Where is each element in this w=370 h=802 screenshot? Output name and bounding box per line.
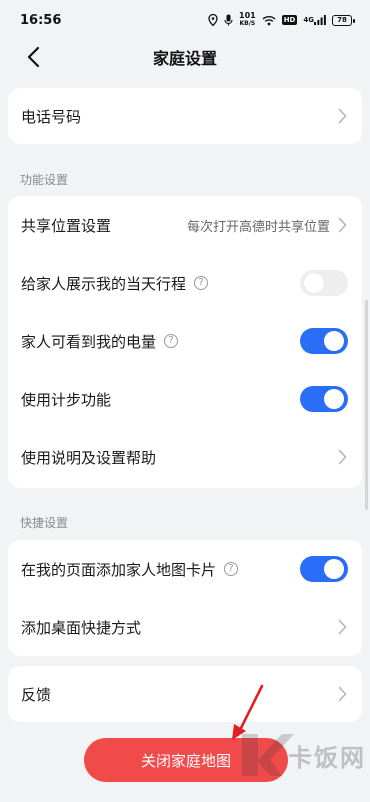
usage-help-label: 使用说明及设置帮助 [21, 448, 157, 467]
help-icon[interactable]: ? [224, 562, 239, 576]
step-counter-right [300, 386, 348, 412]
hd-badge: HD [281, 15, 298, 25]
location-icon [208, 14, 218, 26]
show-itinerary-right [300, 270, 348, 296]
step-counter-toggle[interactable] [300, 386, 348, 412]
add-map-card-right [300, 556, 348, 582]
network-speed: 101 KB/S [239, 12, 256, 28]
chevron-right-icon [336, 618, 348, 636]
show-itinerary-label: 给家人展示我的当天行程 [21, 274, 187, 293]
phone-number-right [336, 107, 348, 125]
chevron-right-icon [336, 107, 348, 125]
network-speed-value: 101 [239, 11, 256, 20]
step-counter-label: 使用计步功能 [21, 390, 112, 409]
show-itinerary-toggle[interactable] [300, 270, 348, 296]
microphone-icon [224, 14, 233, 26]
shortcut-section-title: 快捷设置 [20, 516, 69, 530]
wifi-icon [262, 15, 276, 26]
toggle-knob [324, 331, 344, 351]
phone-number-label: 电话号码 [21, 107, 82, 126]
function-section-title: 功能设置 [20, 173, 69, 187]
share-location-label: 共享位置设置 [21, 216, 112, 235]
desktop-shortcut-row[interactable]: 添加桌面快捷方式 [8, 598, 362, 656]
show-itinerary-row: 给家人展示我的当天行程 ? [8, 254, 362, 312]
battery-icon: 78 [332, 14, 355, 26]
close-family-map-label: 关闭家庭地图 [140, 751, 231, 770]
scrollbar[interactable] [365, 300, 368, 510]
battery-level: 78 [337, 16, 347, 24]
add-map-card-toggle[interactable] [300, 556, 348, 582]
desktop-shortcut-label: 添加桌面快捷方式 [21, 618, 142, 637]
share-location-value: 每次打开高德时共享位置 [186, 219, 330, 235]
battery-visible-label: 家人可看到我的电量 [21, 332, 157, 351]
feedback-label: 反馈 [21, 685, 52, 704]
feedback-right [336, 685, 348, 703]
battery-visible-row: 家人可看到我的电量 ? [8, 312, 362, 370]
watermark-logo-icon [242, 734, 294, 776]
function-settings-card: 共享位置设置 每次打开高德时共享位置 给家人展示我的当天行程 ? 家人可看到我的… [8, 196, 362, 488]
status-time: 16:56 [20, 12, 62, 28]
chevron-right-icon [336, 685, 348, 703]
help-icon[interactable]: ? [164, 334, 179, 348]
add-map-card-row: 在我的页面添加家人地图卡片 ? [8, 540, 362, 598]
desktop-shortcut-right [336, 618, 348, 636]
status-icons: 101 KB/S HD 4G 78 [208, 12, 355, 28]
back-button[interactable] [20, 44, 46, 70]
help-icon[interactable]: ? [194, 276, 209, 290]
phone-card: 电话号码 [8, 88, 362, 144]
watermark-text: 卡饭网 [288, 743, 366, 772]
shortcut-settings-card: 在我的页面添加家人地图卡片 ? 添加桌面快捷方式 [8, 540, 362, 656]
chevron-right-icon [336, 216, 348, 234]
feedback-card: 反馈 [8, 666, 362, 722]
page-title: 家庭设置 [152, 49, 217, 68]
chevron-right-icon [336, 448, 348, 466]
usage-help-right [336, 448, 348, 466]
phone-number-row[interactable]: 电话号码 [8, 88, 362, 144]
add-map-card-label: 在我的页面添加家人地图卡片 [21, 560, 217, 579]
toggle-knob [324, 559, 344, 579]
feedback-row[interactable]: 反馈 [8, 666, 362, 722]
header: 家庭设置 [0, 40, 370, 74]
signal-icon: 4G [303, 15, 326, 25]
battery-visible-toggle[interactable] [300, 328, 348, 354]
status-bar: 16:56 101 KB/S HD 4G 78 [0, 0, 370, 40]
network-speed-unit: KB/S [239, 20, 256, 27]
battery-visible-right [300, 328, 348, 354]
toggle-knob [304, 273, 324, 293]
watermark: 卡饭网 [236, 730, 366, 780]
step-counter-row: 使用计步功能 [8, 370, 362, 428]
back-arrow-icon [27, 46, 40, 68]
usage-help-row[interactable]: 使用说明及设置帮助 [8, 428, 362, 486]
share-location-right: 每次打开高德时共享位置 [187, 216, 348, 235]
share-location-row[interactable]: 共享位置设置 每次打开高德时共享位置 [8, 196, 362, 254]
signal-label: 4G [303, 16, 314, 24]
toggle-knob [324, 389, 344, 409]
